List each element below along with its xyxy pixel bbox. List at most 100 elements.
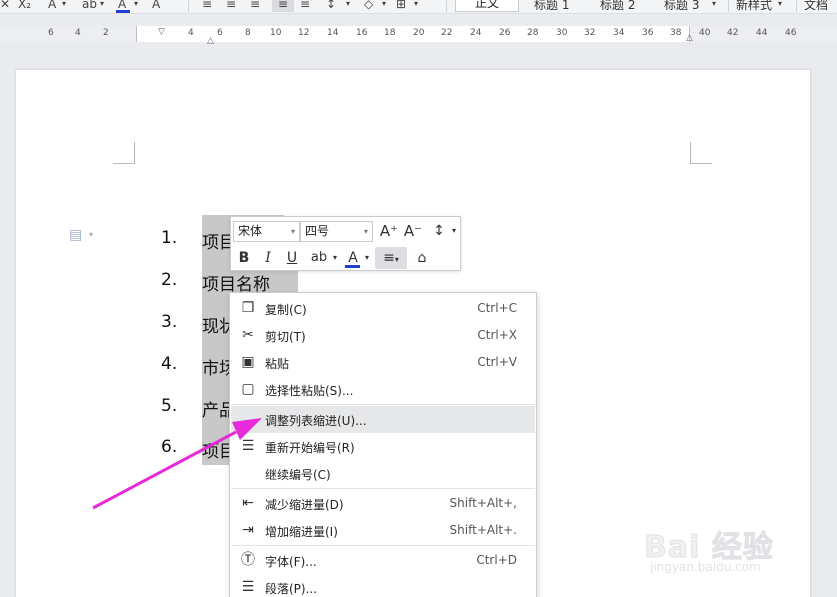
font-size-select[interactable]: 四号 ▾ bbox=[300, 221, 373, 242]
ruler-tick: 38 bbox=[670, 28, 682, 38]
menu-item-shortcut: Ctrl+X bbox=[477, 328, 517, 342]
list-number: 2. bbox=[161, 270, 178, 290]
highlight-button[interactable]: ab bbox=[308, 247, 330, 269]
chevron-down-icon[interactable]: ▾ bbox=[712, 0, 716, 12]
menu-item-label: 段落(P)... bbox=[265, 582, 318, 596]
ruler-tick: 40 bbox=[699, 28, 711, 38]
new-style-button[interactable]: 新样式 bbox=[736, 0, 772, 13]
style-heading1-button[interactable]: 标题 1 bbox=[534, 0, 569, 13]
scissors-icon: ✂ bbox=[242, 327, 254, 343]
menu-item-label: 调整列表缩进(U)... bbox=[265, 414, 367, 428]
list-item-text[interactable]: 市场 bbox=[202, 354, 230, 379]
chevron-down-icon[interactable]: ▾ bbox=[134, 0, 138, 12]
align-left-icon[interactable]: ≡ bbox=[202, 0, 212, 12]
align-justify-dropdown[interactable]: ≡▾ bbox=[375, 247, 407, 269]
chevron-down-icon[interactable]: ▾ bbox=[62, 0, 66, 12]
menu-item-label: 继续编号(C) bbox=[265, 468, 331, 482]
first-line-indent-marker[interactable]: ▽ bbox=[158, 27, 165, 37]
menu-item-copy[interactable]: ❐ 复制(C) Ctrl+C bbox=[231, 295, 535, 322]
ruler-tick: 34 bbox=[613, 28, 625, 38]
italic-button[interactable]: I bbox=[258, 247, 278, 269]
align-right-icon[interactable]: ≡ bbox=[250, 0, 260, 12]
menu-item-label: 选择性粘贴(S)... bbox=[265, 384, 354, 398]
distribute-icon[interactable]: ≡ bbox=[300, 0, 310, 12]
menu-item-restart-numbering[interactable]: ☰ 重新开始编号(R) bbox=[231, 433, 535, 460]
document-icon[interactable]: ▤ bbox=[69, 227, 83, 243]
toolbar-divider bbox=[188, 0, 189, 12]
menu-item-label: 重新开始编号(R) bbox=[265, 441, 355, 455]
chevron-down-icon: ▾ bbox=[290, 227, 295, 236]
menu-item-continue-numbering[interactable]: 继续编号(C) bbox=[231, 460, 535, 487]
style-heading3-button[interactable]: 标题 3 bbox=[664, 0, 699, 13]
menu-item-paste[interactable]: ▣ 粘贴 Ctrl+V bbox=[231, 349, 535, 376]
font-name-select[interactable]: 宋体 ▾ bbox=[233, 221, 300, 242]
menu-item-decrease-indent[interactable]: ⇤ 减少缩进量(D) Shift+Alt+, bbox=[231, 490, 535, 517]
font-color-bar bbox=[345, 265, 360, 268]
toolbar-divider bbox=[446, 0, 447, 12]
char-shade-button[interactable]: A bbox=[152, 0, 160, 12]
font-icon: Ⓣ bbox=[241, 552, 255, 568]
list-item-text[interactable]: 项目 bbox=[202, 228, 230, 253]
doc-assistant-button[interactable]: 文档助 bbox=[804, 0, 837, 13]
chevron-down-icon[interactable]: ▾ bbox=[778, 0, 782, 12]
style-normal-button[interactable]: 正文 bbox=[455, 0, 519, 12]
line-spacing-icon[interactable]: ↕ bbox=[429, 220, 449, 242]
context-menu: ❐ 复制(C) Ctrl+C ✂ 剪切(T) Ctrl+X ▣ 粘贴 Ctrl+… bbox=[229, 292, 537, 597]
menu-item-increase-indent[interactable]: ⇥ 增加缩进量(I) Shift+Alt+. bbox=[231, 517, 535, 544]
watermark-url: jingyan.baidu.com bbox=[650, 560, 761, 574]
font-effect-button[interactable]: A bbox=[48, 0, 56, 12]
grow-font-button[interactable]: A⁺ bbox=[379, 220, 399, 242]
menu-item-font[interactable]: Ⓣ 字体(F)... Ctrl+D bbox=[231, 547, 535, 574]
margin-corner-top-left bbox=[113, 142, 135, 164]
menu-item-label: 减少缩进量(D) bbox=[265, 498, 344, 512]
line-spacing-icon[interactable]: ↕ bbox=[326, 0, 336, 12]
menu-item-label: 粘贴 bbox=[265, 357, 290, 371]
menu-item-cut[interactable]: ✂ 剪切(T) Ctrl+X bbox=[231, 322, 535, 349]
chevron-down-icon[interactable]: ▾ bbox=[414, 0, 418, 12]
list-item-text[interactable]: 产品 bbox=[202, 396, 230, 421]
copy-icon: ❐ bbox=[241, 300, 255, 316]
ruler-tick: 30 bbox=[556, 28, 568, 38]
list-number: 5. bbox=[161, 396, 178, 416]
ruler-tick: 6 bbox=[48, 28, 54, 38]
menu-item-adjust-list-indent[interactable]: 调整列表缩进(U)... bbox=[231, 406, 535, 433]
list-number: 1. bbox=[161, 228, 178, 248]
menu-item-paragraph[interactable]: ☰ 段落(P)... bbox=[231, 574, 535, 597]
style-heading2-button[interactable]: 标题 2 bbox=[600, 0, 635, 13]
list-item-text[interactable]: 项目 bbox=[202, 437, 230, 462]
bold-button[interactable]: B bbox=[234, 247, 254, 269]
menu-item-paste-special[interactable]: ▢ 选择性粘贴(S)... bbox=[231, 376, 535, 403]
ruler-tick: 20 bbox=[413, 28, 425, 38]
menu-item-label: 复制(C) bbox=[265, 303, 307, 317]
chevron-down-icon[interactable]: ▾ bbox=[382, 0, 386, 12]
subscript-button[interactable]: X₂ bbox=[18, 0, 31, 12]
menu-item-label: 增加缩进量(I) bbox=[265, 525, 338, 539]
chevron-down-icon[interactable]: ▾ bbox=[362, 247, 372, 269]
ruler-tick: 12 bbox=[298, 28, 310, 38]
underline-button[interactable]: U bbox=[282, 247, 302, 269]
paste-icon: ▣ bbox=[241, 354, 255, 370]
font-color-bar bbox=[116, 10, 130, 13]
highlight-button[interactable]: ab bbox=[82, 0, 97, 12]
menu-item-label: 剪切(T) bbox=[265, 330, 306, 344]
format-painter-icon[interactable]: ⌂ bbox=[411, 247, 433, 269]
left-indent-marker[interactable]: △ bbox=[207, 36, 214, 46]
ruler-tick: 36 bbox=[642, 28, 654, 38]
right-indent-marker[interactable]: △ bbox=[686, 33, 693, 43]
superscript-button[interactable]: ✕ bbox=[0, 0, 10, 12]
chevron-down-icon[interactable]: ▾ bbox=[89, 230, 93, 239]
chevron-down-icon[interactable]: ▾ bbox=[346, 0, 350, 12]
justify-icon[interactable]: ≡ bbox=[272, 0, 294, 12]
list-item-text[interactable]: 现状 bbox=[202, 312, 230, 337]
ruler-tick: 14 bbox=[327, 28, 339, 38]
shrink-font-button[interactable]: A⁻ bbox=[403, 220, 423, 242]
chevron-down-icon[interactable]: ▾ bbox=[449, 220, 459, 242]
borders-icon[interactable]: ⊞ bbox=[396, 0, 406, 12]
chevron-down-icon[interactable]: ▾ bbox=[100, 0, 104, 12]
shading-icon[interactable]: ◇ bbox=[364, 0, 373, 12]
align-center-icon[interactable]: ≡ bbox=[226, 0, 236, 12]
list-number: 3. bbox=[161, 312, 178, 332]
chevron-down-icon[interactable]: ▾ bbox=[330, 247, 340, 269]
ruler-tick: 44 bbox=[756, 28, 768, 38]
menu-item-shortcut: Ctrl+C bbox=[477, 301, 517, 315]
